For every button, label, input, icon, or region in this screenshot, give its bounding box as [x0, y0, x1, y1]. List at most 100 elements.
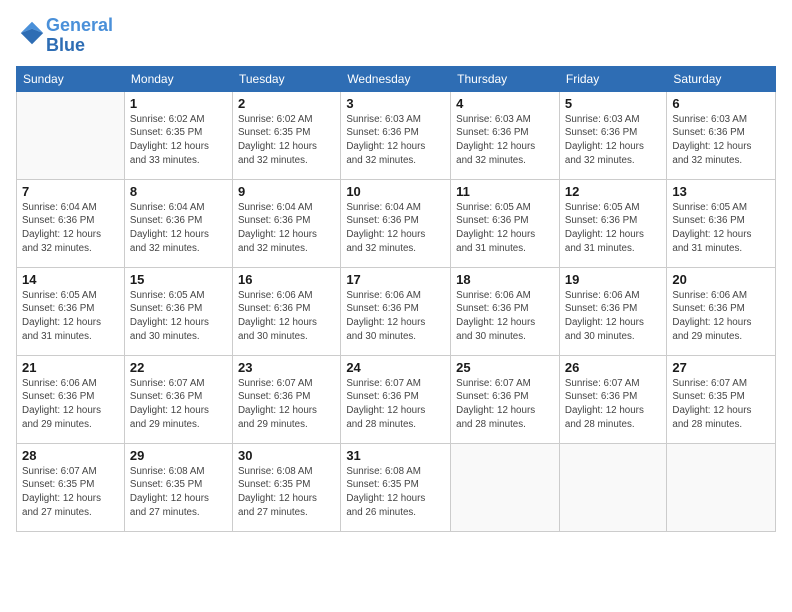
day-number: 29: [130, 448, 227, 463]
day-number: 7: [22, 184, 119, 199]
day-info: Sunrise: 6:03 AMSunset: 6:36 PMDaylight:…: [672, 113, 770, 168]
day-info: Sunrise: 6:06 AMSunset: 6:36 PMDaylight:…: [346, 289, 445, 344]
day-number: 23: [238, 360, 335, 375]
day-info: Sunrise: 6:03 AMSunset: 6:36 PMDaylight:…: [565, 113, 662, 168]
weekday-header-cell: Wednesday: [341, 66, 451, 91]
day-info: Sunrise: 6:05 AMSunset: 6:36 PMDaylight:…: [456, 201, 554, 256]
calendar-day-cell: 23 Sunrise: 6:07 AMSunset: 6:36 PMDayligh…: [232, 355, 340, 443]
calendar-day-cell: 18Sunrise: 6:06 AMSunset: 6:36 PMDayligh…: [451, 267, 560, 355]
day-number: 9: [238, 184, 335, 199]
day-number: 30: [238, 448, 335, 463]
day-info: Sunrise: 6:06 AMSunset: 6:36 PMDaylight:…: [238, 289, 335, 344]
calendar-day-cell: [559, 443, 667, 531]
calendar-day-cell: 9 Sunrise: 6:04 AMSunset: 6:36 PMDaylight…: [232, 179, 340, 267]
day-info: Sunrise: 6:02 AMSunset: 6:35 PMDaylight:…: [238, 113, 335, 168]
weekday-header-cell: Thursday: [451, 66, 560, 91]
calendar-day-cell: 19Sunrise: 6:06 AMSunset: 6:36 PMDayligh…: [559, 267, 667, 355]
day-number: 11: [456, 184, 554, 199]
day-number: 5: [565, 96, 662, 111]
calendar-day-cell: 17 Sunrise: 6:06 AMSunset: 6:36 PMDayligh…: [341, 267, 451, 355]
calendar-day-cell: 7 Sunrise: 6:04 AMSunset: 6:36 PMDaylight…: [17, 179, 125, 267]
calendar-day-cell: 12 Sunrise: 6:05 AMSunset: 6:36 PMDayligh…: [559, 179, 667, 267]
day-number: 17: [346, 272, 445, 287]
calendar-table: SundayMondayTuesdayWednesdayThursdayFrid…: [16, 66, 776, 532]
day-number: 22: [130, 360, 227, 375]
day-number: 14: [22, 272, 119, 287]
weekday-header-cell: Sunday: [17, 66, 125, 91]
day-number: 6: [672, 96, 770, 111]
day-info: Sunrise: 6:04 AMSunset: 6:36 PMDaylight:…: [130, 201, 227, 256]
day-info: Sunrise: 6:08 AMSunset: 6:35 PMDaylight:…: [238, 465, 335, 520]
day-info: Sunrise: 6:05 AMSunset: 6:36 PMDaylight:…: [22, 289, 119, 344]
calendar-day-cell: [451, 443, 560, 531]
calendar-day-cell: 28 Sunrise: 6:07 AMSunset: 6:35 PMDayligh…: [17, 443, 125, 531]
header: General Blue: [16, 16, 776, 56]
day-info: Sunrise: 6:05 AMSunset: 6:36 PMDaylight:…: [565, 201, 662, 256]
day-info: Sunrise: 6:07 AMSunset: 6:36 PMDaylight:…: [238, 377, 335, 432]
calendar-day-cell: 25 Sunrise: 6:07 AMSunset: 6:36 PMDayligh…: [451, 355, 560, 443]
calendar-day-cell: [17, 91, 125, 179]
calendar-day-cell: 30 Sunrise: 6:08 AMSunset: 6:35 PMDayligh…: [232, 443, 340, 531]
day-info: Sunrise: 6:05 AMSunset: 6:36 PMDaylight:…: [130, 289, 227, 344]
day-number: 31: [346, 448, 445, 463]
day-number: 25: [456, 360, 554, 375]
day-info: Sunrise: 6:06 AMSunset: 6:36 PMDaylight:…: [672, 289, 770, 344]
calendar-day-cell: 21Sunrise: 6:06 AMSunset: 6:36 PMDayligh…: [17, 355, 125, 443]
calendar-body: 1Sunrise: 6:02 AMSunset: 6:35 PMDaylight…: [17, 91, 776, 531]
day-number: 12: [565, 184, 662, 199]
calendar-day-cell: 6 Sunrise: 6:03 AMSunset: 6:36 PMDaylight…: [667, 91, 776, 179]
calendar-week-row: 28 Sunrise: 6:07 AMSunset: 6:35 PMDayligh…: [17, 443, 776, 531]
calendar-day-cell: [667, 443, 776, 531]
day-info: Sunrise: 6:04 AMSunset: 6:36 PMDaylight:…: [238, 201, 335, 256]
logo-text: General Blue: [46, 16, 113, 56]
calendar-day-cell: 29Sunrise: 6:08 AMSunset: 6:35 PMDayligh…: [124, 443, 232, 531]
calendar-week-row: 1Sunrise: 6:02 AMSunset: 6:35 PMDaylight…: [17, 91, 776, 179]
calendar-day-cell: 14 Sunrise: 6:05 AMSunset: 6:36 PMDayligh…: [17, 267, 125, 355]
day-info: Sunrise: 6:04 AMSunset: 6:36 PMDaylight:…: [346, 201, 445, 256]
calendar-day-cell: 16 Sunrise: 6:06 AMSunset: 6:36 PMDayligh…: [232, 267, 340, 355]
day-number: 18: [456, 272, 554, 287]
day-number: 28: [22, 448, 119, 463]
day-info: Sunrise: 6:03 AMSunset: 6:36 PMDaylight:…: [456, 113, 554, 168]
day-info: Sunrise: 6:08 AMSunset: 6:35 PMDaylight:…: [346, 465, 445, 520]
day-number: 3: [346, 96, 445, 111]
calendar-day-cell: 27Sunrise: 6:07 AMSunset: 6:35 PMDayligh…: [667, 355, 776, 443]
day-number: 10: [346, 184, 445, 199]
calendar-week-row: 14 Sunrise: 6:05 AMSunset: 6:36 PMDayligh…: [17, 267, 776, 355]
day-info: Sunrise: 6:07 AMSunset: 6:36 PMDaylight:…: [346, 377, 445, 432]
day-info: Sunrise: 6:05 AMSunset: 6:36 PMDaylight:…: [672, 201, 770, 256]
day-info: Sunrise: 6:02 AMSunset: 6:35 PMDaylight:…: [130, 113, 227, 168]
calendar-day-cell: 22Sunrise: 6:07 AMSunset: 6:36 PMDayligh…: [124, 355, 232, 443]
logo-icon: [18, 19, 46, 47]
weekday-header-cell: Monday: [124, 66, 232, 91]
day-number: 16: [238, 272, 335, 287]
weekday-header-cell: Saturday: [667, 66, 776, 91]
weekday-header-row: SundayMondayTuesdayWednesdayThursdayFrid…: [17, 66, 776, 91]
day-number: 2: [238, 96, 335, 111]
calendar-day-cell: 10 Sunrise: 6:04 AMSunset: 6:36 PMDayligh…: [341, 179, 451, 267]
day-info: Sunrise: 6:06 AMSunset: 6:36 PMDaylight:…: [22, 377, 119, 432]
day-number: 8: [130, 184, 227, 199]
calendar-day-cell: 5 Sunrise: 6:03 AMSunset: 6:36 PMDaylight…: [559, 91, 667, 179]
day-info: Sunrise: 6:07 AMSunset: 6:35 PMDaylight:…: [22, 465, 119, 520]
calendar-day-cell: 11 Sunrise: 6:05 AMSunset: 6:36 PMDayligh…: [451, 179, 560, 267]
calendar-day-cell: 3Sunrise: 6:03 AMSunset: 6:36 PMDaylight…: [341, 91, 451, 179]
calendar-day-cell: 20 Sunrise: 6:06 AMSunset: 6:36 PMDayligh…: [667, 267, 776, 355]
weekday-header-cell: Tuesday: [232, 66, 340, 91]
page: General Blue SundayMondayTuesdayWednesda…: [0, 0, 792, 612]
day-info: Sunrise: 6:07 AMSunset: 6:36 PMDaylight:…: [456, 377, 554, 432]
day-number: 24: [346, 360, 445, 375]
weekday-header-cell: Friday: [559, 66, 667, 91]
calendar-day-cell: 26Sunrise: 6:07 AMSunset: 6:36 PMDayligh…: [559, 355, 667, 443]
day-number: 15: [130, 272, 227, 287]
day-info: Sunrise: 6:07 AMSunset: 6:36 PMDaylight:…: [565, 377, 662, 432]
calendar-day-cell: 4Sunrise: 6:03 AMSunset: 6:36 PMDaylight…: [451, 91, 560, 179]
day-info: Sunrise: 6:06 AMSunset: 6:36 PMDaylight:…: [565, 289, 662, 344]
calendar-week-row: 7 Sunrise: 6:04 AMSunset: 6:36 PMDaylight…: [17, 179, 776, 267]
day-number: 13: [672, 184, 770, 199]
day-info: Sunrise: 6:04 AMSunset: 6:36 PMDaylight:…: [22, 201, 119, 256]
day-number: 20: [672, 272, 770, 287]
calendar-day-cell: 31 Sunrise: 6:08 AMSunset: 6:35 PMDayligh…: [341, 443, 451, 531]
calendar-day-cell: 24 Sunrise: 6:07 AMSunset: 6:36 PMDayligh…: [341, 355, 451, 443]
calendar-week-row: 21Sunrise: 6:06 AMSunset: 6:36 PMDayligh…: [17, 355, 776, 443]
